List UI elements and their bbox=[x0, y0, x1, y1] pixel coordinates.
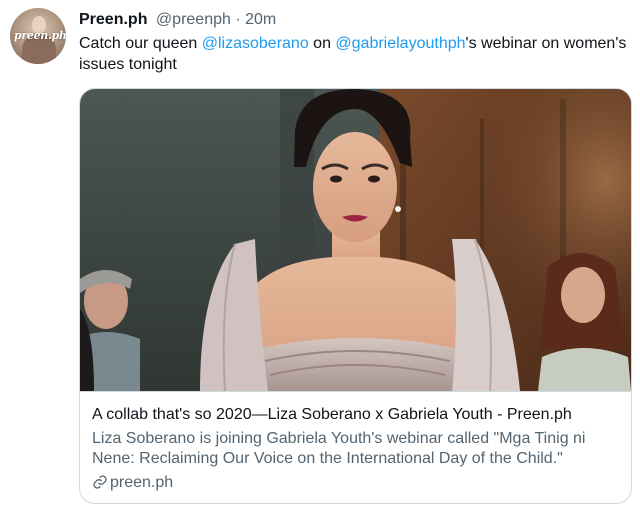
tweet-header: Preen.ph @preenph · 20m bbox=[79, 9, 276, 31]
avatar[interactable]: preen.ph bbox=[10, 8, 66, 64]
tweet-text-part: Catch our queen bbox=[79, 35, 202, 52]
card-image[interactable] bbox=[80, 89, 631, 391]
card-description: Liza Soberano is joining Gabriela Youth'… bbox=[92, 430, 586, 467]
card-title[interactable]: A collab that's so 2020—Liza Soberano x … bbox=[92, 405, 622, 425]
mention-link[interactable]: @lizasoberano bbox=[202, 35, 309, 52]
mention-link[interactable]: @gabrielayouthph bbox=[335, 35, 465, 52]
avatar-logo: preen.ph bbox=[14, 29, 66, 42]
card-domain[interactable]: preen.ph bbox=[92, 473, 173, 496]
tweet[interactable]: preen.ph Preen.ph @preenph · 20m Catch o… bbox=[0, 0, 640, 512]
tweet-text: Catch our queen @lizasoberano on @gabrie… bbox=[79, 33, 631, 75]
card-domain-text: preen.ph bbox=[110, 474, 174, 491]
author-name[interactable]: Preen.ph bbox=[79, 11, 147, 28]
tweet-timestamp[interactable]: 20m bbox=[245, 11, 276, 28]
tweet-text-part: on bbox=[308, 35, 336, 52]
author-handle[interactable]: @preenph bbox=[156, 11, 231, 28]
link-icon bbox=[92, 474, 108, 496]
header-separator: · bbox=[235, 11, 246, 28]
card-divider bbox=[80, 391, 631, 392]
link-card[interactable]: A collab that's so 2020—Liza Soberano x … bbox=[79, 88, 632, 504]
